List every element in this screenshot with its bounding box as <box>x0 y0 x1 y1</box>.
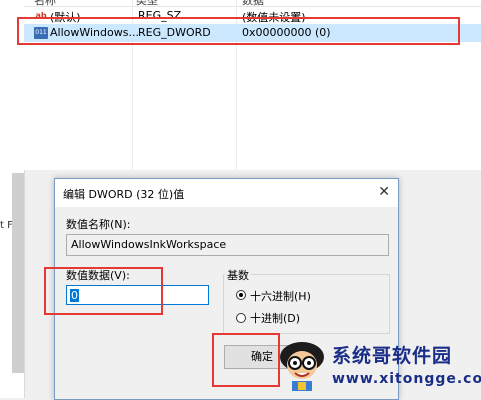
value-data-text: 0 <box>70 289 79 302</box>
radio-decimal-label[interactable]: 十进制(D) <box>250 310 300 326</box>
value-type-cell: REG_DWORD <box>138 26 211 39</box>
value-name-cell: AllowWindows... <box>50 26 139 39</box>
watermark-title: 系统哥软件园 <box>332 345 453 367</box>
dialog-title: 编辑 DWORD (32 位)值 <box>63 188 185 201</box>
value-name-text: AllowWindowsInkWorkspace <box>71 238 227 251</box>
close-icon[interactable]: ✕ <box>378 184 390 200</box>
watermark: 系统哥软件园 www.xitongge.com <box>274 335 481 398</box>
tree-item-label[interactable]: t F <box>0 220 13 231</box>
string-value-icon: ab <box>35 11 47 20</box>
value-type-cell: REG_SZ <box>138 9 182 22</box>
table-row[interactable]: ab (默认) REG_SZ (数值未设置) <box>24 7 481 25</box>
registry-values-list: 名称 类型 数据 ab (默认) REG_SZ (数值未设置) 011 Allo… <box>24 0 481 170</box>
value-data-cell: (数值未设置) <box>242 11 306 24</box>
list-header: 名称 类型 数据 <box>24 0 481 7</box>
base-group-label: 基数 <box>225 267 251 283</box>
tree-scrollbar[interactable] <box>12 173 24 373</box>
value-name-field[interactable]: AllowWindowsInkWorkspace <box>66 234 389 256</box>
dword-value-icon: 011 <box>34 27 48 39</box>
dialog-titlebar[interactable]: 编辑 DWORD (32 位)值 ✕ <box>55 179 398 207</box>
radio-hexadecimal-label[interactable]: 十六进制(H) <box>250 288 311 304</box>
mascot-logo-icon <box>280 342 324 391</box>
radio-hexadecimal[interactable] <box>236 290 246 300</box>
registry-tree-panel[interactable]: t F <box>0 0 25 398</box>
watermark-url: www.xitongge.com <box>332 371 481 387</box>
value-name-cell: (默认) <box>50 11 81 24</box>
value-data-input[interactable]: 0 <box>66 285 209 305</box>
value-name-label: 数值名称(N): <box>66 218 131 231</box>
base-groupbox <box>223 274 390 334</box>
table-row-selected[interactable]: 011 AllowWindows... REG_DWORD 0x00000000… <box>24 24 481 42</box>
value-data-cell: 0x00000000 (0) <box>242 26 331 39</box>
radio-decimal[interactable] <box>236 313 246 323</box>
value-data-label: 数值数据(V): <box>66 269 130 282</box>
